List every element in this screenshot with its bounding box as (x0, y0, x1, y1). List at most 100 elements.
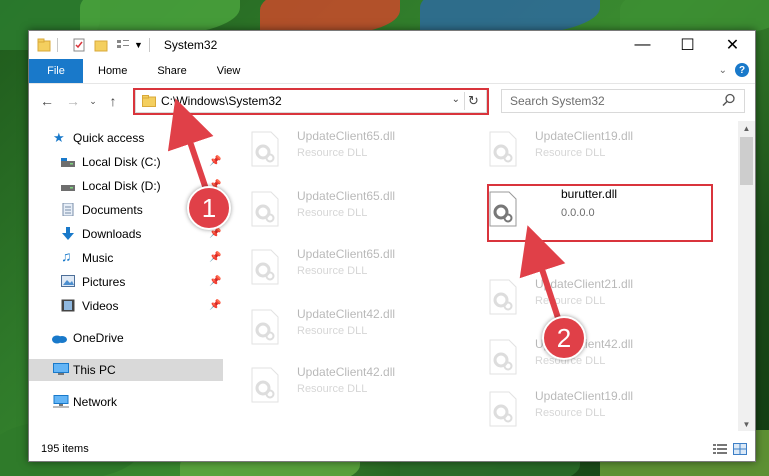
file-description: Resource DLL (535, 295, 606, 307)
back-button[interactable]: ← (37, 90, 57, 112)
file-description: Resource DLL (535, 147, 606, 159)
tab-home[interactable]: Home (83, 59, 142, 83)
vertical-scrollbar[interactable]: ▲ ▼ (738, 121, 755, 431)
file-list: UpdateClient65.dll Resource DLL UpdateCl… (229, 121, 739, 433)
sidebar-item-quick-access[interactable]: ★ Quick access (29, 127, 223, 149)
ribbon-tabs: File Home Share View ⌄ ? (29, 59, 755, 84)
dll-file-icon (251, 249, 279, 285)
dll-file-icon (489, 131, 517, 167)
sidebar-item-downloads[interactable]: Downloads 📌 (29, 223, 223, 245)
search-input[interactable]: Search System32 (501, 89, 745, 113)
dll-file-icon (489, 279, 517, 315)
file-description: Resource DLL (297, 325, 368, 337)
scroll-down-icon[interactable]: ▼ (738, 417, 755, 431)
file-description: Resource DLL (297, 147, 368, 159)
file-explorer-window: ▼ System32 — ☐ ✕ File Home Share View ⌄ … (28, 30, 756, 462)
window-controls: — ☐ ✕ (620, 31, 755, 59)
file-description: Resource DLL (297, 383, 368, 395)
sidebar-item-label: Local Disk (D:) (82, 179, 161, 193)
file-description: Resource DLL (297, 265, 368, 277)
pin-icon[interactable]: 📌 (209, 300, 221, 311)
separator (57, 38, 58, 52)
up-button[interactable]: ↑ (103, 90, 123, 112)
file-name: UpdateClient42.dll (297, 307, 396, 321)
drive-icon (61, 185, 75, 191)
forward-button[interactable]: → (63, 90, 83, 112)
expand-ribbon-icon[interactable]: ⌄ (719, 65, 727, 76)
sidebar-item-pictures[interactable]: Pictures 📌 (29, 271, 223, 293)
sidebar-item-music[interactable]: ♫ Music 📌 (29, 247, 223, 269)
address-highlight-box (133, 88, 489, 115)
large-icons-view-icon[interactable] (733, 443, 747, 455)
file-highlight-box (487, 184, 713, 242)
drive-icon (61, 158, 75, 167)
sidebar-item-label: Local Disk (C:) (82, 155, 161, 169)
status-bar: 195 items (29, 437, 755, 461)
star-icon: ★ (53, 130, 65, 145)
new-folder-icon[interactable] (94, 38, 108, 52)
file-item[interactable]: UpdateClient19.dll Resource DLL (467, 125, 697, 177)
scroll-up-icon[interactable]: ▲ (738, 121, 755, 135)
minimize-button[interactable]: — (620, 31, 665, 59)
sidebar-item-label: Videos (82, 299, 119, 313)
window-title: System32 (163, 38, 218, 52)
help-icon[interactable]: ? (735, 63, 749, 77)
music-icon: ♫ (61, 248, 72, 264)
file-name: UpdateClient65.dll (297, 189, 396, 203)
file-item[interactable]: UpdateClient21.dll Resource DLL (467, 273, 697, 325)
ribbon-controls: ⌄ ? (719, 63, 749, 77)
sidebar-item-label: This PC (73, 363, 116, 377)
videos-icon (61, 299, 75, 312)
scroll-thumb[interactable] (740, 137, 753, 185)
maximize-button[interactable]: ☐ (665, 31, 710, 59)
title-bar: ▼ System32 — ☐ ✕ (29, 31, 755, 59)
documents-icon (62, 203, 74, 216)
file-name: UpdateClient65.dll (297, 129, 396, 143)
tab-share[interactable]: Share (142, 59, 201, 83)
pin-icon[interactable]: 📌 (209, 156, 221, 167)
file-item[interactable]: UpdateClient65.dll Resource DLL (229, 125, 459, 177)
recent-locations-button[interactable]: ⌄ (83, 90, 103, 112)
pictures-icon (61, 275, 75, 287)
toolbar-dropdown-icon[interactable]: ▼ (134, 40, 143, 50)
dll-file-icon (251, 367, 279, 403)
navigation-pane: ★ Quick access Local Disk (C:) 📌 Local D… (29, 121, 223, 431)
sidebar-item-this-pc[interactable]: This PC (29, 359, 223, 381)
pin-icon[interactable]: 📌 (209, 276, 221, 287)
tab-file[interactable]: File (29, 59, 83, 83)
close-button[interactable]: ✕ (710, 31, 755, 59)
file-item[interactable]: UpdateClient42.dll Resource DLL (229, 303, 459, 355)
file-description: Resource DLL (297, 207, 368, 219)
dll-file-icon (489, 339, 517, 375)
details-view-icon[interactable] (713, 443, 727, 455)
sidebar-item-label: Music (82, 251, 114, 265)
file-name: UpdateClient21.dll (535, 277, 634, 291)
sidebar-item-onedrive[interactable]: OneDrive (29, 327, 223, 349)
file-name: UpdateClient65.dll (297, 247, 396, 261)
dll-file-icon (489, 391, 517, 427)
search-icon[interactable] (722, 93, 736, 107)
sidebar-item-local-disk-c[interactable]: Local Disk (C:) 📌 (29, 151, 223, 173)
search-placeholder: Search System32 (510, 94, 605, 108)
sidebar-item-videos[interactable]: Videos 📌 (29, 295, 223, 317)
customize-toolbar-icon[interactable] (116, 38, 130, 52)
tab-view[interactable]: View (202, 59, 256, 83)
properties-icon[interactable] (72, 38, 86, 52)
file-item[interactable]: UpdateClient65.dll Resource DLL (229, 185, 459, 237)
item-count: 195 items (41, 443, 89, 455)
sidebar-item-label: Network (73, 395, 118, 409)
file-description: Resource DLL (535, 407, 606, 419)
file-item[interactable]: UpdateClient65.dll Resource DLL (229, 243, 459, 295)
download-icon (62, 227, 74, 240)
sidebar-item-label: Documents (82, 203, 143, 217)
sidebar-item-label: Downloads (82, 227, 142, 241)
separator (148, 38, 150, 52)
file-item[interactable]: UpdateClient42.dll Resource DLL (229, 361, 459, 413)
dll-file-icon (251, 309, 279, 345)
sidebar-item-network[interactable]: Network (29, 391, 223, 413)
step-1-badge: 1 (187, 186, 231, 230)
cloud-icon (52, 335, 67, 344)
file-name: UpdateClient19.dll (535, 129, 634, 143)
file-item[interactable]: UpdateClient19.dll Resource DLL (467, 385, 697, 433)
pin-icon[interactable]: 📌 (209, 252, 221, 263)
